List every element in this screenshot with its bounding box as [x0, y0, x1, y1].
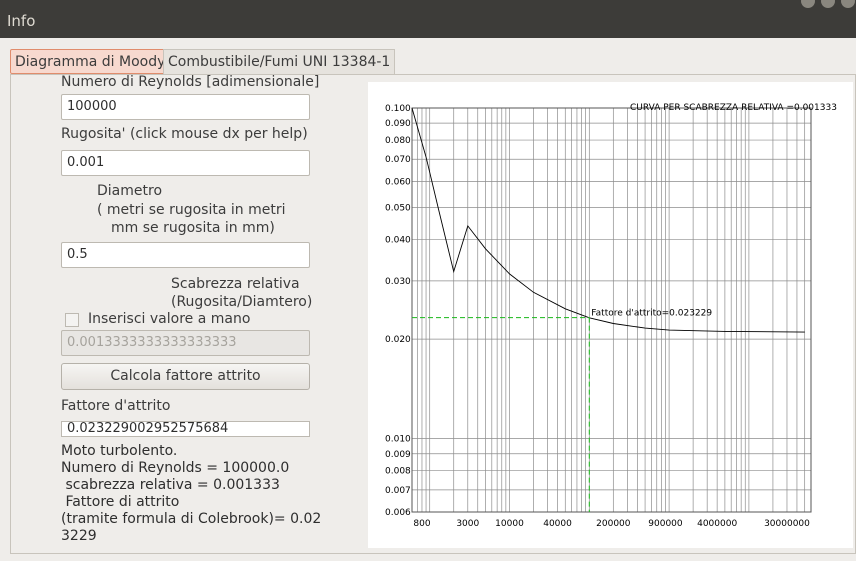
close-button[interactable] [841, 0, 855, 8]
manual-value-checkbox[interactable] [65, 313, 79, 327]
y-tick-label: 0.010 [385, 435, 411, 445]
y-tick-label: 0.060 [385, 177, 411, 187]
y-tick-label: 0.020 [385, 335, 411, 345]
x-tick-label: 900000 [648, 519, 683, 529]
relative-roughness-label: Scabrezza relativa [171, 276, 300, 292]
friction-curve [411, 107, 805, 333]
result-text: Moto turbolento. Numero di Reynolds = 10… [61, 443, 322, 549]
x-tick-label: 200000 [596, 519, 631, 529]
chart-title: CURVA PER SCABREZZA RELATIVA =0.001333 [630, 103, 837, 113]
result-line: 3229 [61, 528, 97, 544]
x-tick-label: 800 [413, 519, 430, 529]
y-tick-label: 0.030 [385, 277, 411, 287]
window-title: Info [7, 12, 36, 30]
x-tick-label: 10000 [495, 519, 524, 529]
moody-chart[interactable]: 0.100 0.090 0.080 0.070 0.060 0.050 0.040 0.030… [368, 82, 853, 548]
friction-annotation: Fattore d'attrito=0.023229 [591, 309, 712, 319]
reynolds-input[interactable]: 100000 [61, 94, 310, 120]
y-tick-label: 0.008 [385, 467, 411, 477]
calculate-friction-button[interactable]: Calcola fattore attrito [61, 363, 310, 390]
diameter-input[interactable]: 0.5 [61, 242, 310, 268]
y-tick-label: 0.090 [385, 119, 411, 129]
y-tick-label: 0.040 [385, 236, 411, 246]
moody-chart-svg: 0.100 0.090 0.080 0.070 0.060 0.050 0.040 0.030… [385, 103, 837, 529]
chart-series [411, 107, 805, 333]
friction-output[interactable]: 0.023229002952575684 [61, 421, 310, 437]
manual-value-label: Inserisci valore a mano [88, 311, 251, 326]
result-line: Fattore di attrito [61, 494, 180, 510]
y-axis-labels: 0.100 0.090 0.080 0.070 0.060 0.050 0.040 0.030… [385, 104, 411, 518]
result-line: (tramite formula di Colebrook)= 0.02 [61, 511, 322, 527]
title-bar: Info [0, 0, 856, 38]
reynolds-label: Numero di Reynolds [adimensionale] [61, 74, 320, 90]
diameter-label: Diametro [97, 183, 163, 199]
relative-roughness-formula: (Rugosita/Diamtero) [171, 294, 313, 310]
y-tick-label: 0.070 [385, 155, 411, 165]
result-line: scabrezza relativa = 0.001333 [61, 477, 280, 493]
result-line: Numero di Reynolds = 100000.0 [61, 460, 290, 476]
y-tick-label: 0.100 [385, 104, 411, 114]
minimize-button[interactable] [801, 0, 815, 8]
diameter-unit-note-1: ( metri se rugosita in metri [97, 202, 286, 218]
x-tick-label: 40000 [543, 519, 572, 529]
y-tick-label: 0.009 [385, 450, 411, 460]
y-tick-label: 0.080 [385, 136, 411, 146]
tab-diagramma-di-moody[interactable]: Diagramma di Moody [10, 49, 171, 74]
x-axis-labels: 800 3000 10000 40000 200000 900000 4000000 3000… [413, 519, 810, 529]
relative-roughness-input[interactable]: 0.0013333333333333333 [61, 330, 310, 356]
x-tick-label: 4000000 [697, 519, 737, 529]
result-line: Moto turbolento. [61, 443, 178, 459]
maximize-button[interactable] [821, 0, 835, 8]
chart-marker [412, 317, 590, 512]
x-tick-label: 3000 [456, 519, 479, 529]
x-tick-label: 30000000 [764, 519, 810, 529]
y-tick-label: 0.050 [385, 204, 411, 214]
roughness-input[interactable]: 0.001 [61, 150, 310, 176]
tab-combustibile-fumi[interactable]: Combustibile/Fumi UNI 13384-1 [163, 49, 396, 74]
diameter-unit-note-2: mm se rugosita in mm) [111, 220, 275, 236]
y-tick-label: 0.006 [385, 508, 411, 518]
y-tick-label: 0.007 [385, 486, 411, 496]
roughness-label: Rugosita' (click mouse dx per help) [61, 126, 308, 142]
friction-label: Fattore d'attrito [61, 398, 171, 414]
